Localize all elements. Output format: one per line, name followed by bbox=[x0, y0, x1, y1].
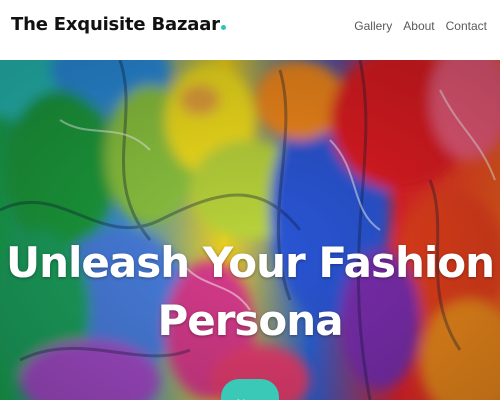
site-header: The Exquisite Bazaar Gallery About Conta… bbox=[0, 0, 500, 60]
hero-heading-line-2: Persona bbox=[157, 296, 343, 345]
hero-section: Unleash Your Fashion Persona About bbox=[0, 60, 500, 400]
brand-logo[interactable]: The Exquisite Bazaar bbox=[11, 14, 226, 35]
brand-name: The Exquisite Bazaar bbox=[11, 14, 220, 35]
hero-heading-line-1: Unleash Your Fashion bbox=[5, 238, 495, 287]
nav-gallery-link[interactable]: Gallery bbox=[354, 19, 392, 33]
nav-contact-link[interactable]: Contact bbox=[446, 19, 487, 33]
nav-about-link[interactable]: About bbox=[403, 19, 434, 33]
hero-heading: Unleash Your Fashion Persona bbox=[0, 234, 500, 350]
about-cta-button[interactable]: About bbox=[221, 379, 279, 400]
main-nav: Gallery About Contact bbox=[354, 19, 487, 33]
brand-dot-icon bbox=[220, 25, 226, 30]
